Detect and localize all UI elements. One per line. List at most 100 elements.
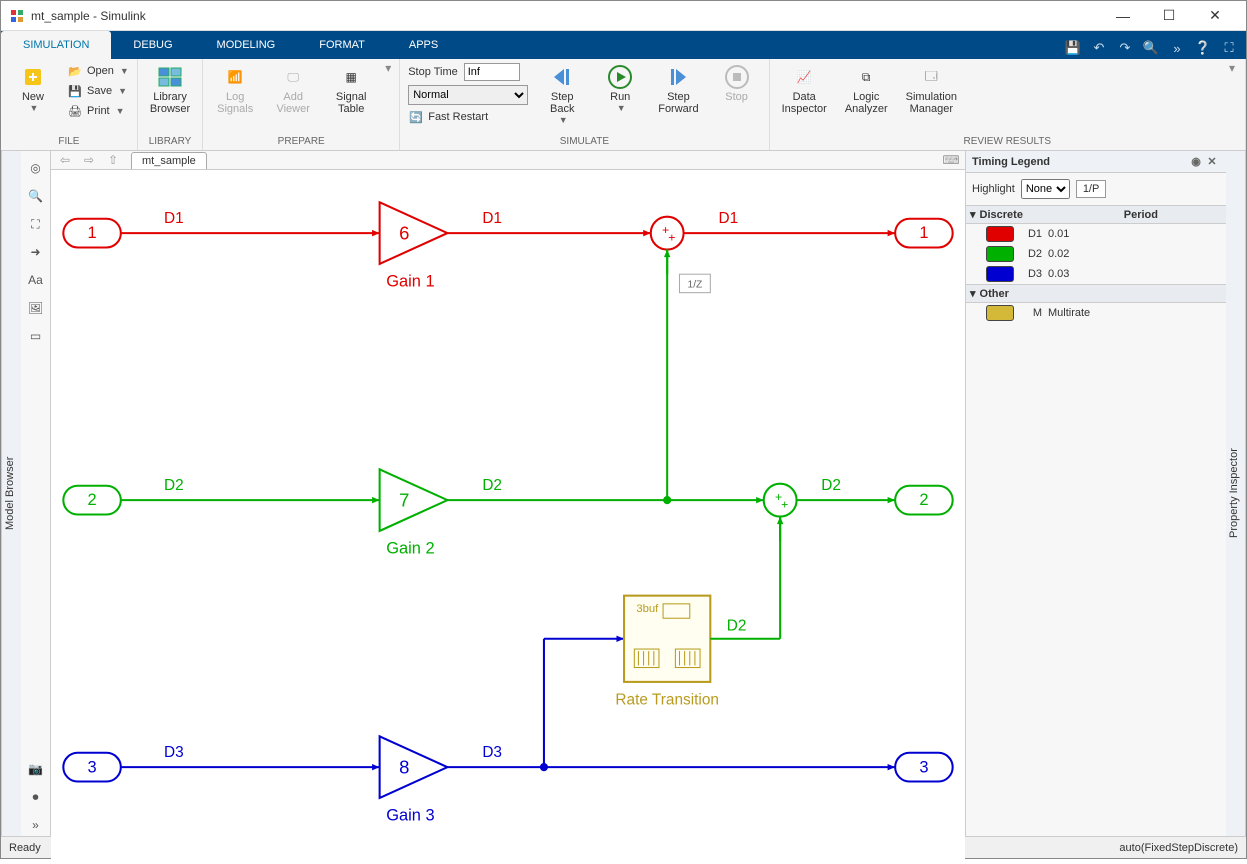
logic-analyzer-button[interactable]: ⧉Logic Analyzer <box>837 61 896 119</box>
legend-row[interactable]: D20.02 <box>966 244 1226 264</box>
back-icon[interactable]: ⇦ <box>55 151 75 169</box>
legend-table: ▾ Discrete Period D1 0.01 D20.02D30.03 ▾ O… <box>966 205 1226 323</box>
prepare-dropdown[interactable]: ▾ <box>381 61 395 75</box>
simulation-manager-button[interactable]: 🗔Simulation Manager <box>898 61 965 119</box>
svg-text:D2: D2 <box>164 477 184 494</box>
canvas-wrap: ⇦ ⇨ ⇧ mt_sample ⌨ 1D16Gain 1D12D27Gain 2… <box>51 151 966 836</box>
minimize-button[interactable]: — <box>1100 1 1146 31</box>
legend-section-other[interactable]: ▾ Other <box>966 284 1226 303</box>
screenshot-icon[interactable]: 📷 <box>25 758 47 780</box>
redo-icon[interactable]: ↷ <box>1114 37 1136 59</box>
svg-text:3buf: 3buf <box>636 603 659 615</box>
annotation-icon[interactable]: Aa <box>25 269 47 291</box>
new-button[interactable]: New▼ <box>5 61 61 117</box>
app-window: mt_sample - Simulink — ☐ ✕ SIMULATION DE… <box>0 0 1247 859</box>
sample-time-icon[interactable]: ➜ <box>25 241 47 263</box>
legend-code: D3 <box>1020 268 1042 280</box>
up-icon[interactable]: ⇧ <box>103 151 123 169</box>
open-button[interactable]: 📂Open▼ <box>63 61 133 81</box>
fit-to-view-icon[interactable]: ◎ <box>25 157 47 179</box>
svg-text:+: + <box>781 497 788 511</box>
tab-apps[interactable]: APPS <box>387 31 460 59</box>
tab-debug[interactable]: DEBUG <box>111 31 194 59</box>
stop-time-input[interactable] <box>464 63 520 81</box>
fullscreen-icon[interactable]: ⛶ <box>1218 37 1240 59</box>
legend-section-discrete[interactable]: ▾ Discrete Period <box>966 205 1226 224</box>
tab-simulation[interactable]: SIMULATION <box>1 31 111 59</box>
property-inspector-tab[interactable]: Property Inspector <box>1226 151 1246 836</box>
legend-row[interactable]: D1 0.01 <box>966 224 1226 244</box>
forward-icon[interactable]: ⇨ <box>79 151 99 169</box>
legend-code: D1 <box>1020 228 1042 240</box>
svg-text:1/Z: 1/Z <box>688 280 703 291</box>
svg-text:D3: D3 <box>482 744 502 761</box>
timing-legend-pane: Timing Legend ◉ ✕ Highlight None 1/P ▾ D… <box>966 151 1226 836</box>
ribbon-tabstrip: SIMULATION DEBUG MODELING FORMAT APPS 💾 … <box>1 31 1246 59</box>
step-forward-button[interactable]: Step Forward <box>650 61 706 119</box>
help-icon[interactable]: ❔ <box>1192 37 1214 59</box>
chevron-down-icon: ▾ <box>970 287 976 300</box>
legend-title: Timing Legend <box>972 156 1050 168</box>
print-icon: 🖨 <box>67 103 83 119</box>
save-button[interactable]: 💾Save▼ <box>63 81 133 101</box>
area-icon[interactable]: ▭ <box>25 325 47 347</box>
svg-text:D1: D1 <box>482 210 502 227</box>
tab-modeling[interactable]: MODELING <box>195 31 298 59</box>
library-browser-button[interactable]: Library Browser <box>142 61 198 119</box>
legend-row[interactable]: MMultirate <box>966 303 1226 323</box>
close-button[interactable]: ✕ <box>1192 1 1238 31</box>
svg-text:D2: D2 <box>727 618 747 635</box>
svg-text:Gain 1: Gain 1 <box>386 273 434 291</box>
model-canvas[interactable]: 1D16Gain 1D12D27Gain 2D23D38Gain 3D3++D1… <box>51 170 965 861</box>
maximize-button[interactable]: ☐ <box>1146 1 1192 31</box>
legend-swatch <box>986 246 1014 262</box>
log-signals-button[interactable]: 📶Log Signals <box>207 61 263 119</box>
print-button[interactable]: 🖨Print▼ <box>63 101 133 121</box>
svg-text:6: 6 <box>399 222 409 243</box>
legend-close-icon[interactable]: ✕ <box>1204 154 1220 170</box>
undo-icon[interactable]: ↶ <box>1088 37 1110 59</box>
search-icon[interactable]: 🔍 <box>1140 37 1162 59</box>
run-button[interactable]: Run▼ <box>592 61 648 117</box>
highlight-select[interactable]: None <box>1021 179 1070 199</box>
svg-text:8: 8 <box>399 756 409 777</box>
svg-text:Gain 2: Gain 2 <box>386 540 434 558</box>
review-dropdown[interactable]: ▾ <box>1223 61 1241 75</box>
window-title: mt_sample - Simulink <box>31 9 1100 23</box>
tab-format[interactable]: FORMAT <box>297 31 387 59</box>
overflow-icon[interactable]: » <box>1166 37 1188 59</box>
legend-period: 0.01 <box>1048 228 1069 240</box>
add-viewer-button[interactable]: 🖵Add Viewer <box>265 61 321 119</box>
model-browser-tab[interactable]: Model Browser <box>1 151 21 836</box>
simulation-mode-select[interactable]: Normal <box>408 85 528 105</box>
save-icon[interactable]: 💾 <box>1062 37 1084 59</box>
library-icon <box>158 65 182 89</box>
legend-pin-icon[interactable]: ◉ <box>1188 154 1204 170</box>
canvas-toolbar: ◎ 🔍 ⛶ ➜ Aa 🖼 ▭ 📷 ⏺ » <box>21 151 51 836</box>
data-inspector-button[interactable]: 📈Data Inspector <box>774 61 835 119</box>
ribbon-group-library: Library Browser LIBRARY <box>138 59 203 150</box>
stop-button[interactable]: Stop <box>709 61 765 107</box>
keyboard-icon[interactable]: ⌨ <box>941 151 961 169</box>
legend-swatch <box>986 226 1014 242</box>
fit-icon[interactable]: ⛶ <box>25 213 47 235</box>
legend-row[interactable]: D30.03 <box>966 264 1226 284</box>
step-back-button[interactable]: Step Back▼ <box>534 61 590 129</box>
data-inspector-icon: 📈 <box>792 65 816 89</box>
open-icon: 📂 <box>67 63 83 79</box>
model-path-tab[interactable]: mt_sample <box>131 152 207 169</box>
svg-text:1: 1 <box>919 224 928 242</box>
legend-period: 0.02 <box>1048 248 1069 260</box>
sim-manager-icon: 🗔 <box>919 65 943 89</box>
signal-table-button[interactable]: ▦Signal Table <box>323 61 379 119</box>
fast-restart-button[interactable]: 🔄Fast Restart <box>404 107 532 127</box>
image-icon[interactable]: 🖼 <box>25 297 47 319</box>
record-icon[interactable]: ⏺ <box>25 786 47 808</box>
svg-text:D2: D2 <box>821 477 841 494</box>
overflow-toolbtn[interactable]: » <box>25 814 47 836</box>
fast-restart-icon: 🔄 <box>408 109 424 125</box>
one-over-p-button[interactable]: 1/P <box>1076 180 1107 198</box>
svg-text:2: 2 <box>919 491 928 509</box>
svg-text:1: 1 <box>88 224 97 242</box>
zoom-icon[interactable]: 🔍 <box>25 185 47 207</box>
